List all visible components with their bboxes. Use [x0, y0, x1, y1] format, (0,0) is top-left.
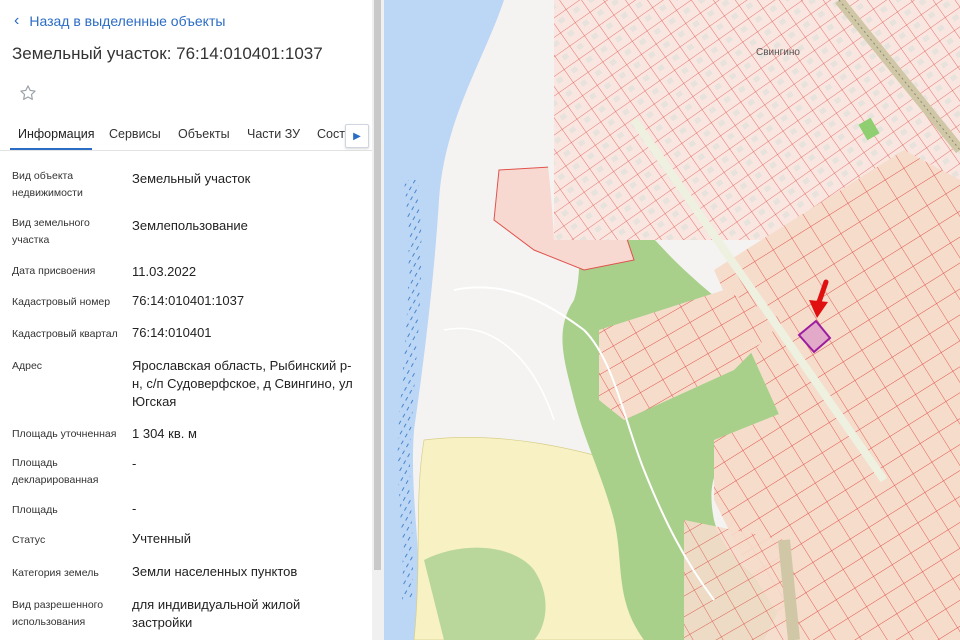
- back-link-label: Назад в выделенные объекты: [29, 13, 226, 29]
- property-label: Кадастровый номер: [12, 296, 111, 308]
- property-value: 11.03.2022: [132, 264, 197, 279]
- triangle-right-icon: ▶: [353, 130, 361, 142]
- chevron-left-icon: ‹: [14, 12, 20, 29]
- property-value: для индивидуальной жилой застройки: [132, 597, 301, 630]
- tab-bar: Информация Сервисы Объекты Части ЗУ Сост…: [0, 120, 372, 151]
- property-label: Вид разрешенного использования: [12, 599, 104, 628]
- tab-parts[interactable]: Части ЗУ: [247, 127, 300, 141]
- property-label: Площадь декларированная: [12, 457, 99, 486]
- property-value: Земельный участок: [132, 171, 251, 186]
- property-value: 1 304 кв. м: [132, 426, 197, 441]
- property-value: 76:14:010401: [132, 325, 212, 340]
- scrollbar-thumb[interactable]: [374, 0, 381, 570]
- tab-objects[interactable]: Объекты: [178, 127, 230, 141]
- property-label: Площадь: [12, 504, 58, 516]
- property-label: Вид объекта недвижимости: [12, 170, 83, 199]
- property-label: Дата присвоения: [12, 265, 96, 277]
- property-label: Адрес: [12, 360, 43, 372]
- tab-information[interactable]: Информация: [18, 127, 95, 141]
- map-canvas[interactable]: Свингино: [384, 0, 960, 640]
- tab-services[interactable]: Сервисы: [109, 127, 161, 141]
- page-title: Земельный участок: 76:14:010401:1037: [12, 44, 323, 63]
- active-tab-indicator: [10, 148, 92, 150]
- favorite-star-icon[interactable]: [18, 83, 38, 103]
- property-label: Категория земель: [12, 567, 99, 579]
- property-value: 76:14:010401:1037: [132, 293, 245, 308]
- property-label: Вид земельного участка: [12, 217, 90, 246]
- address-value: Ярославская область, Рыбинский р-н, с/п …: [132, 358, 353, 409]
- property-label: Кадастровый квартал: [12, 328, 118, 340]
- property-value: -: [132, 501, 137, 516]
- cadastral-map[interactable]: Свингино: [384, 0, 960, 640]
- property-value: Землепользование: [132, 218, 248, 233]
- info-panel: ‹ Назад в выделенные объекты Земельный у…: [0, 0, 372, 640]
- property-label: Площадь уточненная: [12, 428, 117, 440]
- panel-scrollbar[interactable]: [372, 0, 384, 640]
- tabs-scroll-right-button[interactable]: ▶: [345, 124, 369, 148]
- village-label: Свингино: [756, 47, 800, 58]
- status-value: Учтенный: [132, 531, 192, 546]
- property-value: -: [132, 456, 137, 471]
- back-link[interactable]: ‹ Назад в выделенные объекты: [14, 12, 226, 30]
- property-value: Земли населенных пунктов: [132, 564, 298, 579]
- property-label: Статус: [12, 534, 46, 546]
